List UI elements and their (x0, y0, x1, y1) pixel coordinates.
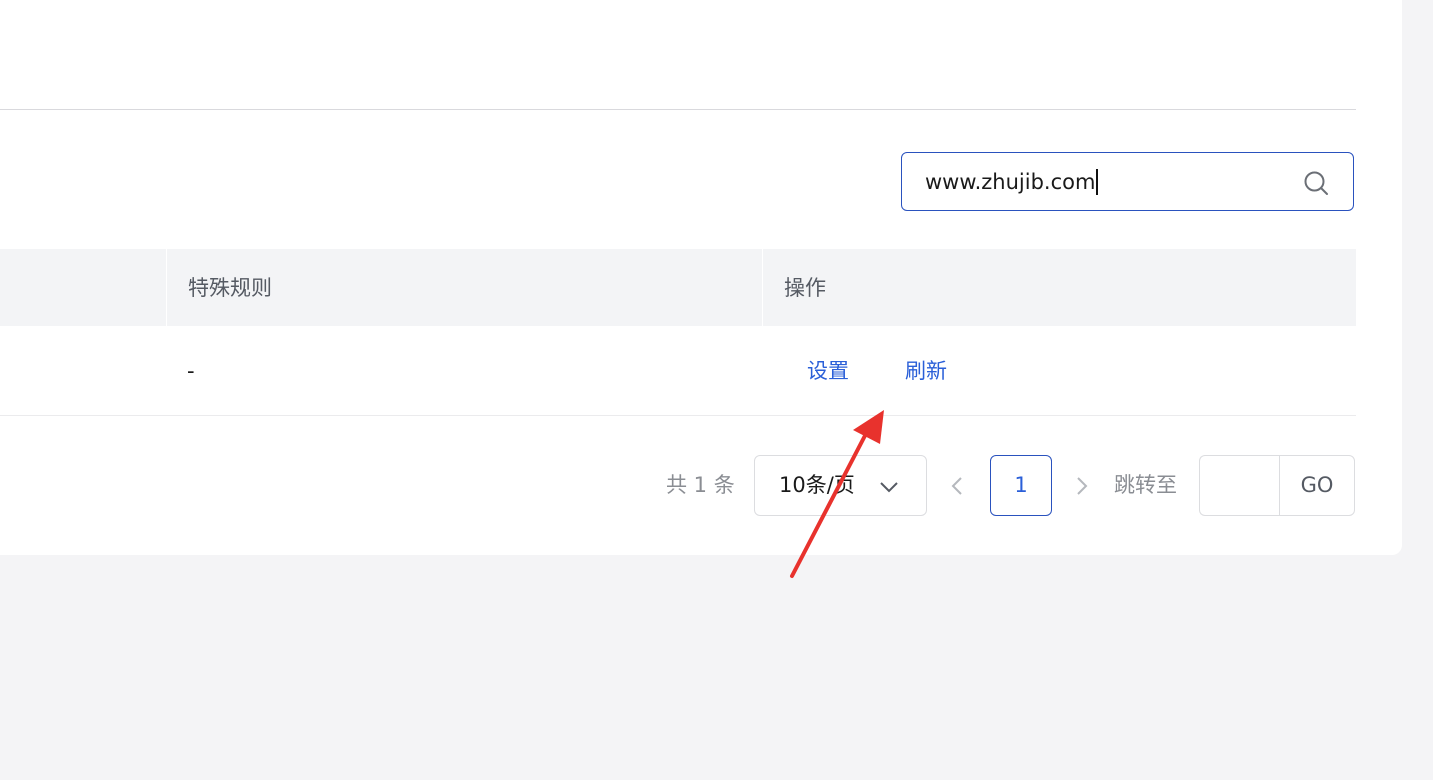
table-row: - 设置 刷新 (0, 326, 1356, 416)
table-header: 特殊规则 操作 (0, 249, 1356, 326)
go-button[interactable]: GO (1279, 455, 1355, 516)
page-size-select[interactable]: 10条/页 (754, 455, 927, 516)
total-count: 共 1 条 (666, 473, 735, 497)
section-divider (0, 109, 1356, 110)
search-input-value[interactable]: www.zhujib.com (925, 169, 1098, 195)
refresh-link[interactable]: 刷新 (905, 358, 947, 384)
jump-page-input[interactable] (1199, 455, 1279, 516)
column-separator (762, 249, 763, 326)
column-header-actions: 操作 (784, 276, 826, 300)
search-icon[interactable] (1303, 170, 1329, 196)
chevron-right-icon[interactable] (1071, 474, 1093, 498)
pagination: 共 1 条 10条/页 1 跳转至 GO (0, 455, 1356, 517)
chevron-left-icon[interactable] (946, 474, 968, 498)
content-card: www.zhujib.com 特殊规则 操作 - 设置 刷新 共 1 条 10条… (0, 0, 1402, 555)
column-header-special-rule: 特殊规则 (188, 276, 272, 300)
column-separator (166, 249, 167, 326)
page-size-value: 10条/页 (779, 473, 855, 497)
text-caret (1096, 169, 1098, 195)
page-background-strip (1402, 0, 1433, 780)
search-input[interactable]: www.zhujib.com (901, 152, 1354, 211)
jump-to-label: 跳转至 (1114, 473, 1177, 497)
cell-special-rule: - (187, 359, 195, 383)
chevron-down-icon (880, 482, 898, 493)
page-button-current[interactable]: 1 (990, 455, 1052, 516)
settings-link[interactable]: 设置 (807, 358, 849, 384)
